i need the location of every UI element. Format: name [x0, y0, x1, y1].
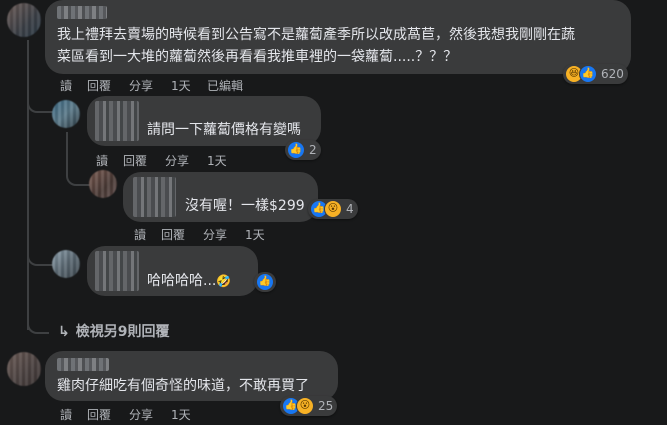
reply-button[interactable]: 回覆 [161, 226, 203, 243]
thread-line [27, 40, 29, 330]
avatar[interactable] [7, 352, 41, 386]
read-button[interactable]: 讀 [60, 77, 87, 94]
timestamp[interactable]: 1天 [171, 77, 207, 94]
reaction-summary[interactable]: 👍 😮 25 [280, 396, 338, 416]
reaction-count: 2 [309, 143, 317, 157]
reaction-count: 4 [346, 202, 354, 216]
reaction-count: 25 [318, 399, 334, 413]
reply-button[interactable]: 回覆 [87, 77, 129, 94]
share-button[interactable]: 分享 [129, 406, 171, 423]
view-more-label: 檢視另9則回覆 [75, 324, 170, 340]
comment-actions: 讀 回覆 分享 1天 已編輯 [60, 77, 243, 94]
like-icon: 👍 [579, 65, 597, 83]
commenter-name[interactable] [95, 101, 139, 141]
share-button[interactable]: 分享 [165, 152, 207, 169]
reply-button[interactable]: 回覆 [123, 152, 165, 169]
comment-text: 菜區看到一大堆的蘿蔔然後再看看我推車裡的一袋蘿蔔.....？？？ [57, 49, 458, 65]
avatar[interactable] [7, 3, 41, 37]
read-button[interactable]: 讀 [96, 152, 123, 169]
avatar[interactable] [52, 250, 80, 278]
timestamp[interactable]: 1天 [171, 406, 191, 423]
share-button[interactable]: 分享 [129, 77, 171, 94]
thread-connector [27, 318, 49, 334]
comment-text: 雞肉仔細吃有個奇怪的味道，不敢再買了 [57, 378, 309, 394]
timestamp[interactable]: 1天 [207, 152, 227, 169]
share-button[interactable]: 分享 [203, 226, 245, 243]
like-icon: 👍 [287, 141, 305, 159]
thread-connector [27, 95, 53, 113]
reply-text: 沒有喔！一樣$299 [185, 198, 305, 214]
view-more-replies-link[interactable]: ↳ 檢視另9則回覆 [58, 321, 169, 341]
reply-actions: 讀 回覆 分享 1天 [96, 152, 227, 169]
comment-actions: 讀 回覆 分享 1天 [60, 406, 191, 423]
reaction-summary[interactable]: 👍 [254, 272, 276, 292]
comment-text: 我上禮拜去賣場的時候看到公告寫不是蘿蔔產季所以改成萵苣，然後我想我剛剛在蔬 [57, 27, 575, 43]
thread-connector [66, 168, 90, 186]
reply-text: 哈哈哈哈...🤣 [147, 271, 231, 292]
commenter-name[interactable] [133, 177, 176, 217]
reaction-summary[interactable]: 😆 👍 620 [563, 64, 628, 84]
thread-line [66, 132, 68, 172]
reply-button[interactable]: 回覆 [87, 406, 129, 423]
wow-icon: 😮 [324, 200, 342, 218]
edited-label: 已編輯 [207, 79, 244, 93]
commenter-name[interactable] [57, 358, 109, 371]
read-button[interactable]: 讀 [134, 226, 161, 243]
reply-text-content: 哈哈哈哈... [147, 273, 217, 289]
commenter-name[interactable] [95, 251, 139, 291]
reply-arrow-icon: ↳ [58, 324, 70, 340]
reply-text: 請問一下蘿蔔價格有變嗎 [147, 122, 301, 138]
timestamp[interactable]: 1天 [245, 226, 265, 243]
read-button[interactable]: 讀 [60, 406, 87, 423]
commenter-name[interactable] [57, 6, 107, 19]
thread-connector [27, 248, 53, 266]
reaction-summary[interactable]: 👍 2 [285, 140, 321, 160]
reply-actions: 讀 回覆 分享 1天 [134, 226, 265, 243]
rofl-emoji-icon: 🤣 [216, 274, 232, 288]
like-icon: 👍 [256, 273, 274, 291]
reaction-summary[interactable]: 👍 😮 4 [308, 199, 358, 219]
avatar[interactable] [89, 170, 117, 198]
avatar[interactable] [52, 100, 80, 128]
reaction-count: 620 [601, 67, 624, 81]
wow-icon: 😮 [296, 397, 314, 415]
